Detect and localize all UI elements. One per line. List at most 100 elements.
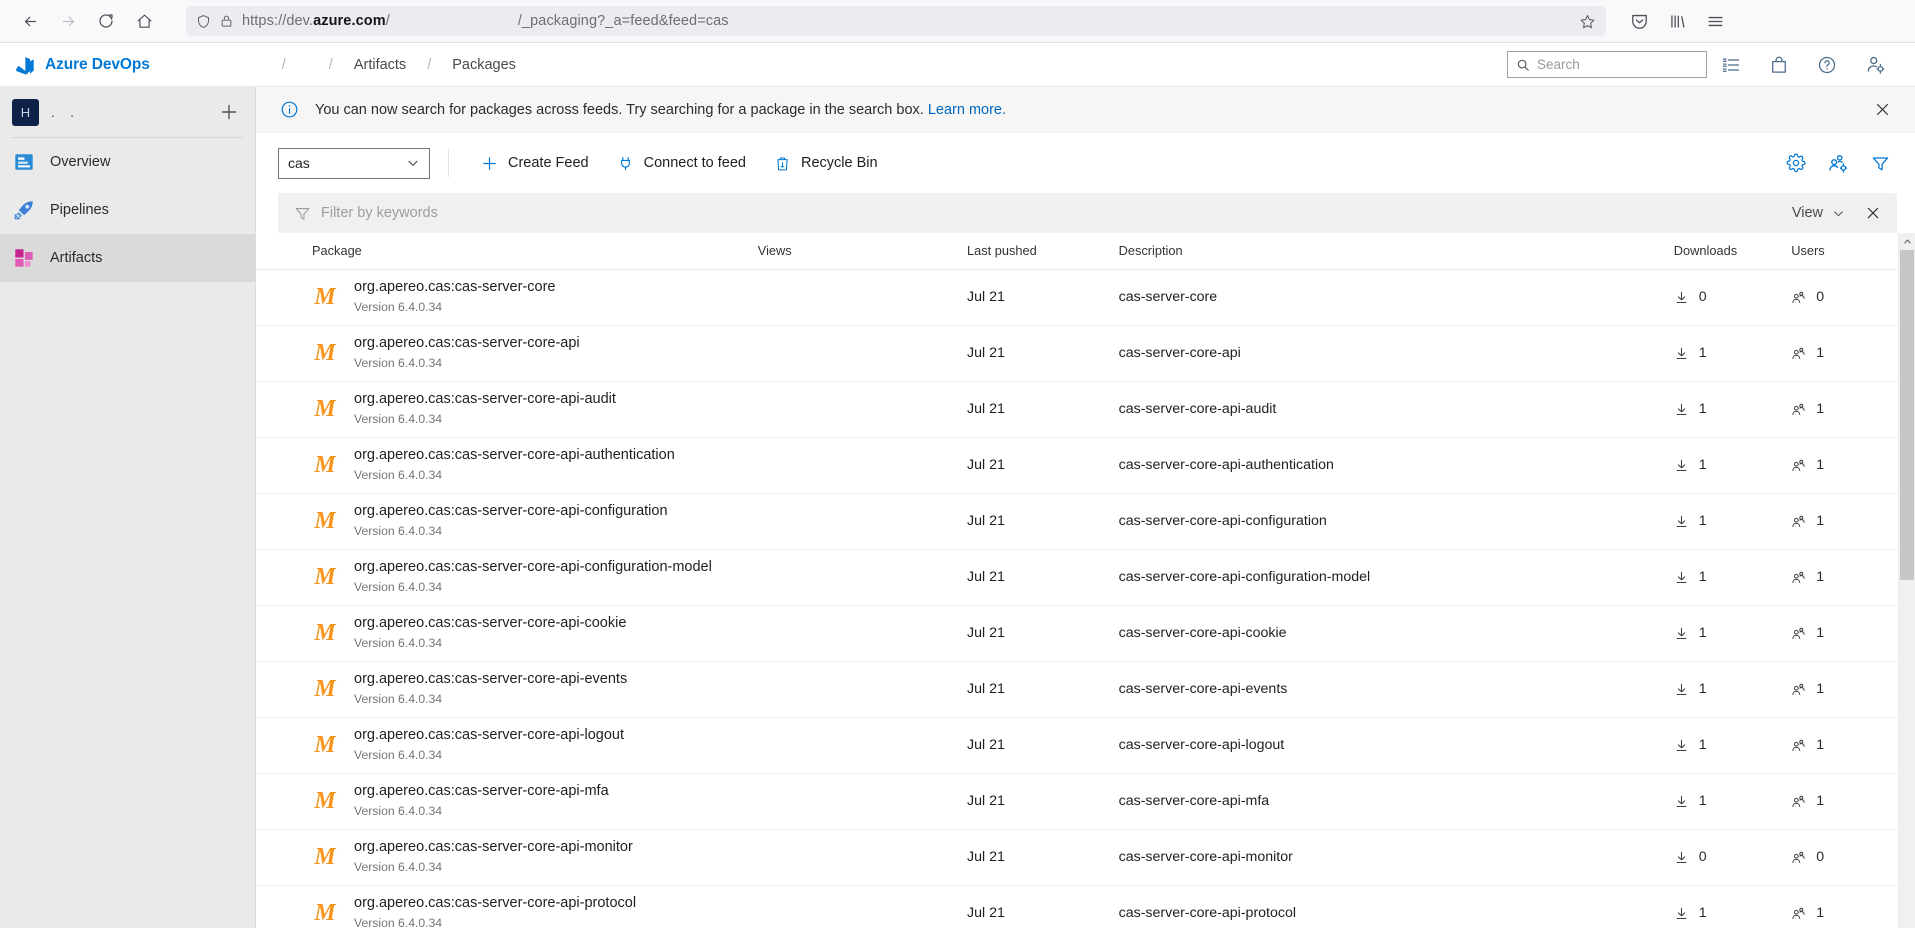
package-cell[interactable]: Morg.apereo.cas:cas-server-core-api-even… xyxy=(256,661,758,718)
views-cell xyxy=(757,269,968,326)
search-input[interactable] xyxy=(1537,57,1698,72)
learn-more-link[interactable]: Learn more. xyxy=(928,102,1006,118)
sidebar-item-overview[interactable]: Overview xyxy=(0,138,255,186)
feed-selector[interactable]: cas xyxy=(278,147,430,179)
funnel-icon[interactable] xyxy=(1863,146,1897,180)
work-items-icon[interactable] xyxy=(1707,43,1755,87)
people-settings-icon[interactable] xyxy=(1821,146,1855,180)
scrollbar-thumb[interactable] xyxy=(1900,250,1914,580)
help-question-icon[interactable] xyxy=(1803,43,1851,87)
column-header-users[interactable]: Users xyxy=(1791,233,1898,270)
recycle-bin-button[interactable]: Recycle Bin xyxy=(760,146,892,180)
package-cell[interactable]: Morg.apereo.cas:cas-server-core-api-mfa V… xyxy=(256,773,758,830)
forward-arrow-icon[interactable] xyxy=(52,5,84,37)
lock-icon[interactable] xyxy=(220,14,233,28)
filter-keywords-input[interactable] xyxy=(321,205,1782,221)
package-cell[interactable]: Morg.apereo.cas:cas-server-core-api-logo… xyxy=(256,717,758,774)
sidebar-item-pipelines[interactable]: Pipelines xyxy=(0,186,255,234)
package-cell[interactable]: Morg.apereo.cas:cas-server-core-api-conf… xyxy=(256,549,758,606)
table-row[interactable]: Morg.apereo.cas:cas-server-core-api-conf… xyxy=(256,493,1898,550)
breadcrumb-item-artifacts[interactable]: Artifacts xyxy=(354,57,406,73)
package-name[interactable]: org.apereo.cas:cas-server-core-api-audit xyxy=(354,391,616,407)
breadcrumb-item-packages[interactable]: Packages xyxy=(452,57,516,73)
package-cell[interactable]: Morg.apereo.cas:cas-server-core-api-cook… xyxy=(256,605,758,662)
table-row[interactable]: Morg.apereo.cas:cas-server-core-api-logo… xyxy=(256,717,1898,774)
project-name[interactable]: . . xyxy=(39,105,219,120)
add-project-button[interactable] xyxy=(219,102,243,122)
user-settings-icon[interactable] xyxy=(1851,43,1899,87)
table-row[interactable]: Morg.apereo.cas:cas-server-core-api-mfa V… xyxy=(256,773,1898,830)
sidebar: H . . Overview Pipelines Artifacts xyxy=(0,87,256,928)
table-row[interactable]: Morg.apereo.cas:cas-server-core-api-moni… xyxy=(256,829,1898,886)
create-feed-button[interactable]: Create Feed xyxy=(467,146,603,180)
filter-bar: View xyxy=(278,193,1897,233)
package-name[interactable]: org.apereo.cas:cas-server-core-api-event… xyxy=(354,671,627,687)
project-avatar[interactable]: H xyxy=(12,98,39,126)
hamburger-menu-icon[interactable] xyxy=(1706,12,1725,31)
package-name[interactable]: org.apereo.cas:cas-server-core-api-monit… xyxy=(354,839,633,855)
library-icon[interactable] xyxy=(1668,12,1687,31)
last-pushed-cell: Jul 21 xyxy=(967,437,1119,494)
package-name[interactable]: org.apereo.cas:cas-server-core-api xyxy=(354,335,580,351)
home-icon[interactable] xyxy=(128,5,160,37)
column-header-description[interactable]: Description xyxy=(1118,233,1674,270)
downloads-cell: 1 xyxy=(1673,549,1792,606)
star-icon[interactable] xyxy=(1579,13,1596,30)
banner-close-icon[interactable] xyxy=(1867,95,1897,125)
shield-icon[interactable] xyxy=(196,14,211,29)
table-row[interactable]: Morg.apereo.cas:cas-server-core-api-auth… xyxy=(256,437,1898,494)
info-banner-text: You can now search for packages across f… xyxy=(315,101,1007,118)
maven-package-icon: M xyxy=(314,676,336,702)
maven-package-icon: M xyxy=(314,284,336,310)
table-row[interactable]: Morg.apereo.cas:cas-server-core-api-even… xyxy=(256,661,1898,718)
back-arrow-icon[interactable] xyxy=(14,5,46,37)
package-name[interactable]: org.apereo.cas:cas-server-core-api-logou… xyxy=(354,727,624,743)
table-row[interactable]: Morg.apereo.cas:cas-server-core-api-audi… xyxy=(256,381,1898,438)
package-cell[interactable]: Morg.apereo.cas:cas-server-core-api Versi… xyxy=(256,325,758,382)
gear-icon[interactable] xyxy=(1779,146,1813,180)
column-header-downloads[interactable]: Downloads xyxy=(1673,233,1792,270)
package-cell[interactable]: Morg.apereo.cas:cas-server-core-api-audi… xyxy=(256,381,758,438)
connect-to-feed-button[interactable]: Connect to feed xyxy=(603,146,760,180)
vertical-scrollbar[interactable] xyxy=(1898,233,1915,928)
column-header-views[interactable]: Views xyxy=(757,233,968,270)
view-dropdown-button[interactable]: View xyxy=(1782,197,1855,229)
downloads-cell: 0 xyxy=(1673,829,1792,886)
users-count: 1 xyxy=(1816,345,1825,361)
table-row[interactable]: Morg.apereo.cas:cas-server-core-api-prot… xyxy=(256,885,1898,928)
scroll-up-button[interactable] xyxy=(1899,233,1915,250)
column-header-last-pushed[interactable]: Last pushed xyxy=(967,233,1119,270)
users-cell: 1 xyxy=(1791,325,1898,382)
maven-package-icon: M xyxy=(314,900,336,926)
package-cell[interactable]: Morg.apereo.cas:cas-server-core-api-moni… xyxy=(256,829,758,886)
address-bar[interactable]: https://dev.azure.com/ /_packaging?_a=fe… xyxy=(186,6,1606,36)
package-name[interactable]: org.apereo.cas:cas-server-core-api-proto… xyxy=(354,895,636,911)
package-name[interactable]: org.apereo.cas:cas-server-core-api-mfa xyxy=(354,783,609,799)
table-row[interactable]: Morg.apereo.cas:cas-server-core-api-cook… xyxy=(256,605,1898,662)
sidebar-item-artifacts[interactable]: Artifacts xyxy=(0,234,255,282)
filter-close-button[interactable] xyxy=(1855,195,1891,231)
package-cell[interactable]: Morg.apereo.cas:cas-server-core Version 6… xyxy=(256,269,758,326)
table-row[interactable]: Morg.apereo.cas:cas-server-core-api-conf… xyxy=(256,549,1898,606)
marketplace-bag-icon[interactable] xyxy=(1755,43,1803,87)
global-search-box[interactable] xyxy=(1507,51,1707,78)
package-cell[interactable]: Morg.apereo.cas:cas-server-core-api-auth… xyxy=(256,437,758,494)
package-cell[interactable]: Morg.apereo.cas:cas-server-core-api-conf… xyxy=(256,493,758,550)
reload-icon[interactable] xyxy=(90,5,122,37)
package-name[interactable]: org.apereo.cas:cas-server-core-api-cooki… xyxy=(354,615,626,631)
package-name[interactable]: org.apereo.cas:cas-server-core-api-confi… xyxy=(354,503,668,519)
azure-devops-logo[interactable]: Azure DevOps xyxy=(8,54,156,76)
url-path-text: /_packaging?_a=feed&feed=cas xyxy=(517,13,729,29)
pocket-icon[interactable] xyxy=(1630,12,1649,31)
users-count: 1 xyxy=(1816,513,1825,529)
package-name[interactable]: org.apereo.cas:cas-server-core-api-confi… xyxy=(354,559,712,575)
table-row[interactable]: Morg.apereo.cas:cas-server-core-api Versi… xyxy=(256,325,1898,382)
package-cell[interactable]: Morg.apereo.cas:cas-server-core-api-prot… xyxy=(256,885,758,928)
maven-package-icon: M xyxy=(314,340,336,366)
package-name[interactable]: org.apereo.cas:cas-server-core xyxy=(354,279,555,295)
scrollbar-track[interactable] xyxy=(1899,250,1915,928)
package-name[interactable]: org.apereo.cas:cas-server-core-api-authe… xyxy=(354,447,675,463)
table-row[interactable]: Morg.apereo.cas:cas-server-core Version 6… xyxy=(256,269,1898,326)
column-header-package[interactable]: Package xyxy=(256,233,758,270)
users-icon xyxy=(1791,794,1806,809)
